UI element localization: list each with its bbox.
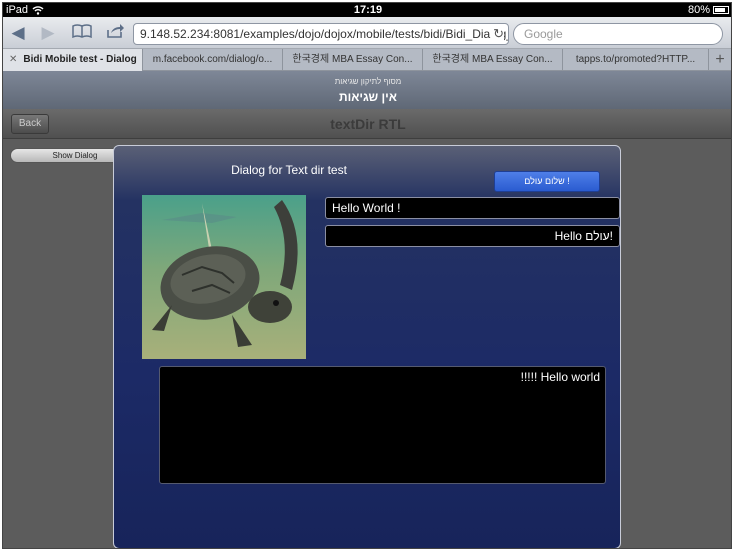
heading-title: textDir RTL [330, 116, 406, 132]
browser-toolbar: ◀ ▶ 9.148.52.234:8081/examples/dojo/dojo… [3, 17, 731, 49]
page-header-subtitle: מסוף לתיקון שגיאות [334, 77, 402, 86]
text-field-rtl[interactable]: Hello עולם! [325, 225, 620, 247]
text-field-ltr[interactable]: Hello World ! [325, 197, 620, 219]
page-header-title: אין שגיאות [339, 90, 397, 104]
turtle-image [142, 195, 306, 359]
share-icon[interactable] [103, 23, 127, 43]
reload-icon[interactable]: ↻ [491, 24, 504, 44]
url-text: 9.148.52.234:8081/examples/dojo/dojox/mo… [140, 27, 509, 41]
new-tab-icon[interactable]: + [709, 49, 731, 70]
tab-label: Bidi Mobile test - Dialog [23, 54, 137, 65]
dialog: Dialog for Text dir test שלום עולם ! Hel… [113, 145, 621, 548]
status-right: 80% [688, 3, 729, 17]
forward-arrow-icon[interactable]: ▶ [37, 23, 59, 43]
tab-bidi-mobile-test[interactable]: ✕ Bidi Mobile test - Dialog [3, 49, 143, 71]
page-header: מסוף לתיקון שגיאות אין שגיאות [3, 71, 731, 109]
search-field[interactable]: Google [513, 23, 723, 45]
tab-mba-essay-1[interactable]: 한국경제 MBA Essay Con... [283, 49, 423, 71]
bookmarks-icon[interactable] [69, 23, 95, 43]
battery-percent: 80% [687, 4, 710, 16]
mobile-heading: Back textDir RTL [3, 109, 731, 139]
tab-tapps[interactable]: tapps.to/promoted?HTTP... [563, 49, 709, 71]
status-bar: iPad 17:19 80% [3, 3, 731, 17]
url-field[interactable]: 9.148.52.234:8081/examples/dojo/dojox/mo… [133, 23, 509, 45]
tab-facebook[interactable]: m.facebook.com/dialog/o... [143, 49, 283, 71]
text-area[interactable]: !!!!! Hello world [159, 366, 606, 484]
hello-world-button[interactable]: שלום עולם ! [494, 171, 600, 192]
close-tab-icon[interactable]: ✕ [9, 54, 17, 65]
battery-icon [713, 6, 729, 14]
status-time: 17:19 [353, 4, 383, 16]
screenshot-frame: iPad 17:19 80% ◀ ▶ 9.148.52.234:8081/exa… [2, 2, 732, 549]
tab-mba-essay-2[interactable]: 한국경제 MBA Essay Con... [423, 49, 563, 71]
dialog-title: Dialog for Text dir test [231, 163, 347, 177]
browser-tab-bar: ✕ Bidi Mobile test - Dialog m.facebook.co… [3, 49, 731, 71]
back-arrow-icon[interactable]: ◀ [7, 23, 29, 43]
